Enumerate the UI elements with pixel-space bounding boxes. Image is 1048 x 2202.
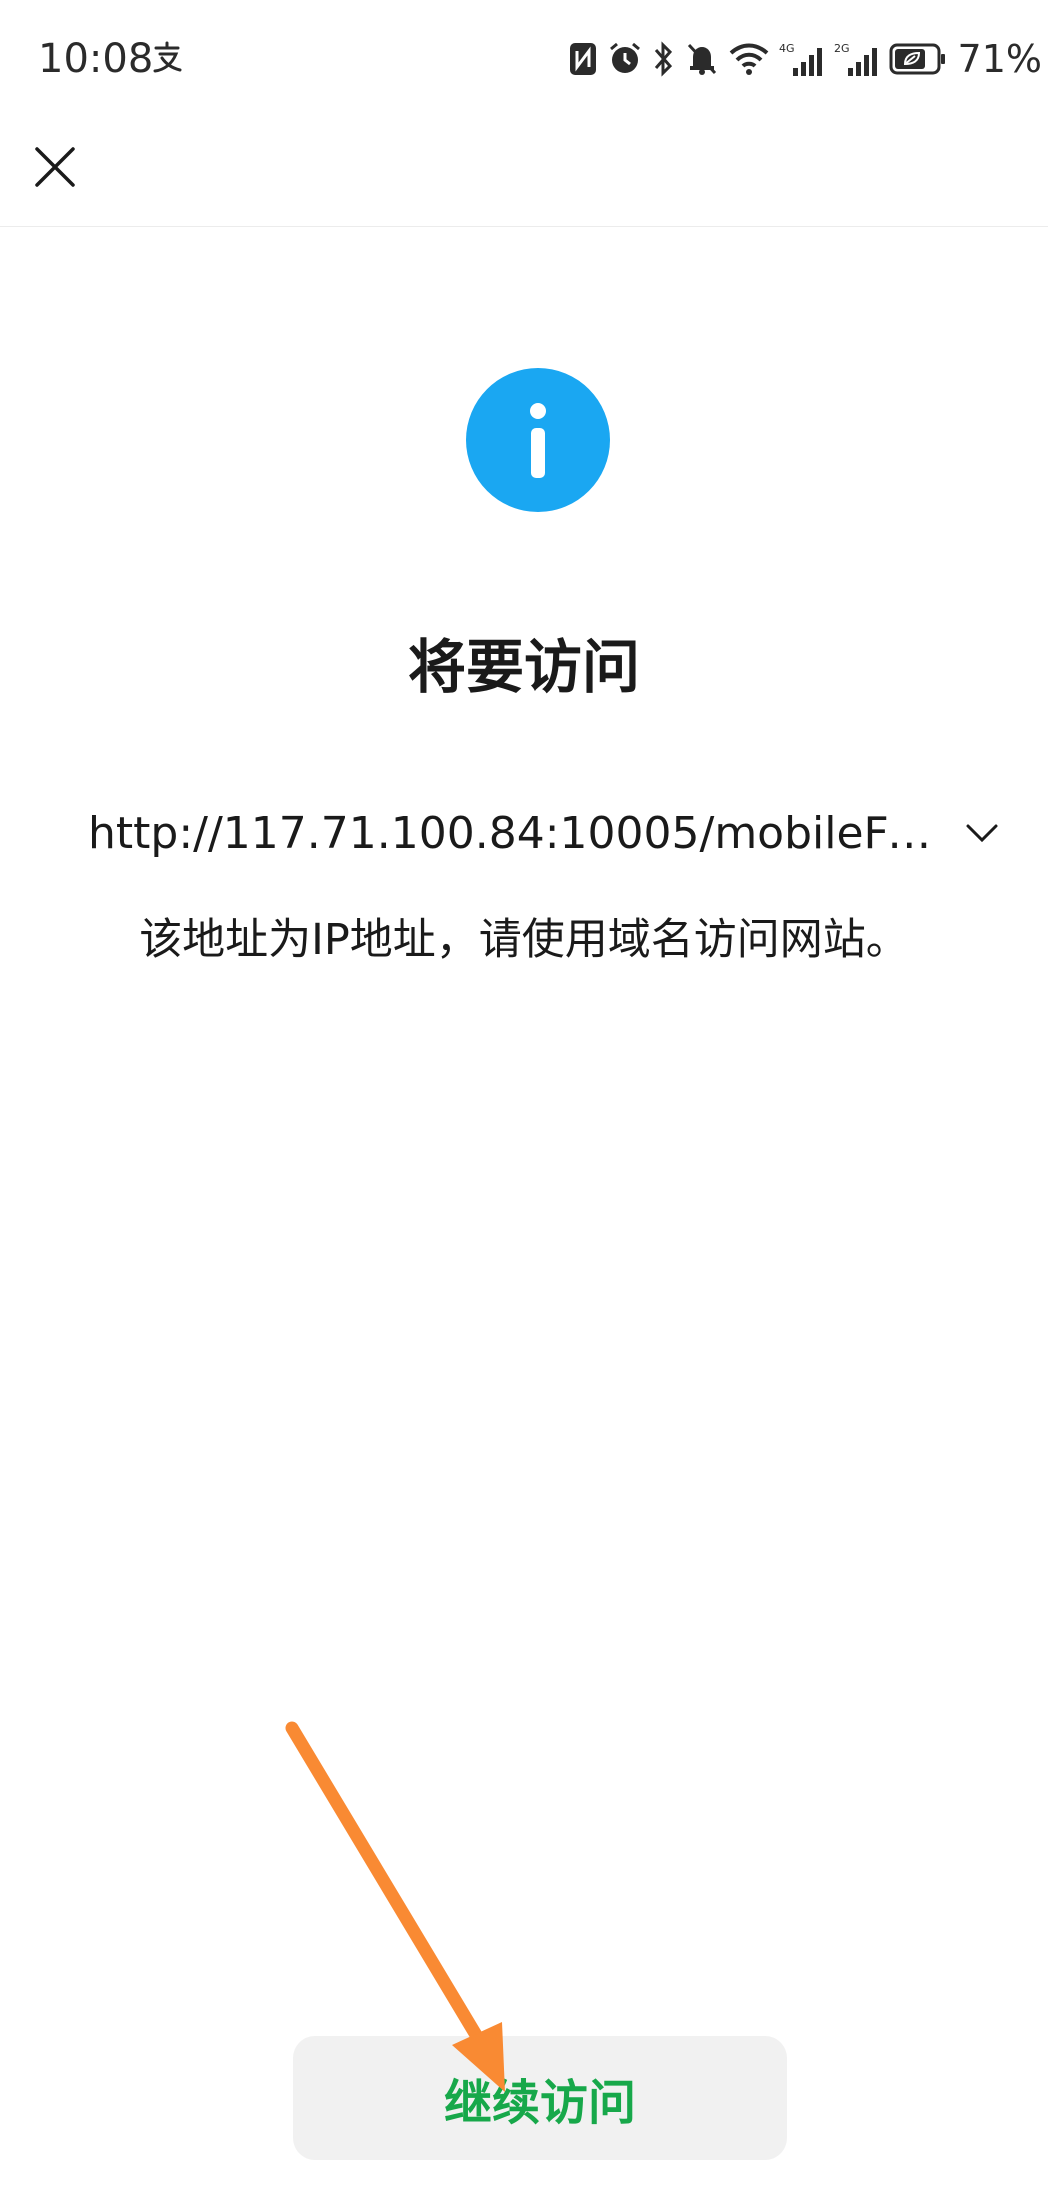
wifi-icon <box>729 43 768 75</box>
status-time: 10:08 <box>38 36 154 82</box>
dialog-title: 将要访问 <box>407 633 640 701</box>
top-bar <box>0 120 1048 227</box>
close-icon <box>35 147 75 187</box>
status-bar: 10:08 4G 2G 71% <box>0 0 1048 120</box>
signal-2g-label: 2G <box>834 42 850 55</box>
signal-2g-icon: 2G <box>834 42 877 76</box>
chevron-down-icon <box>966 824 998 843</box>
url-text: http://117.71.100.84:10005/mobileForm... <box>88 807 958 859</box>
continue-visit-button[interactable]: 继续访问 <box>293 2036 787 2160</box>
mute-icon <box>687 43 716 75</box>
bluetooth-icon <box>654 41 672 77</box>
alarm-icon <box>609 42 640 73</box>
battery-icon <box>889 43 945 75</box>
continue-visit-label: 继续访问 <box>443 2075 636 2131</box>
close-button[interactable] <box>22 134 88 200</box>
signal-4g-label: 4G <box>779 42 795 55</box>
signal-4g-icon: 4G <box>779 42 822 76</box>
status-icons: 4G 2G 71% <box>568 36 1042 82</box>
warning-message: 该地址为IP地址，请使用域名访问网站。 <box>139 915 909 965</box>
url-expander[interactable]: http://117.71.100.84:10005/mobileForm... <box>88 800 1008 866</box>
annotation-arrow-icon <box>285 1721 505 2092</box>
info-icon <box>466 368 610 512</box>
battery-percent: 71% <box>957 37 1042 81</box>
nfc-icon <box>569 43 596 75</box>
alipay-icon <box>153 41 182 73</box>
